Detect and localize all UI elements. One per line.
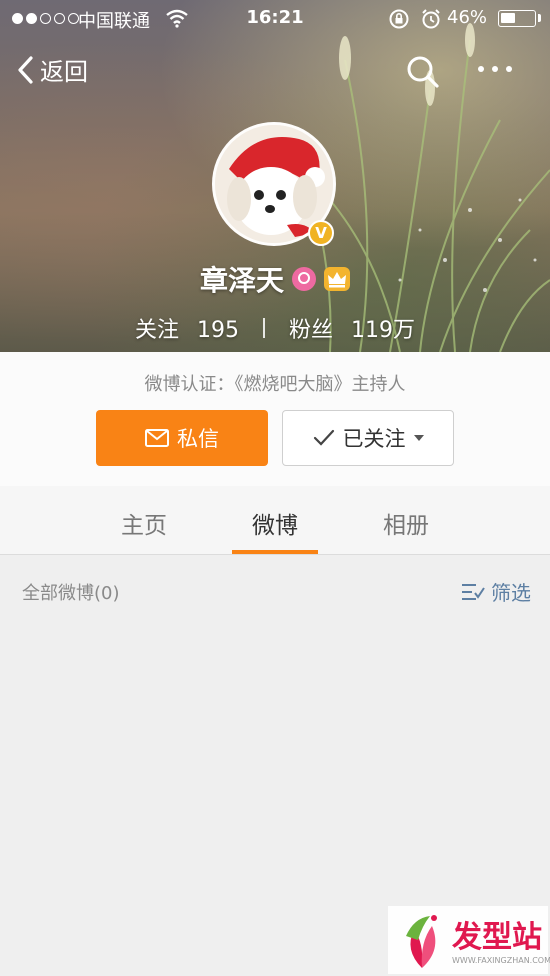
- feed-title: 全部微博(0): [22, 583, 120, 604]
- checkmark-icon: [313, 429, 334, 446]
- profile-tabs: 主页 微博 相册: [0, 486, 550, 555]
- watermark-logo: 发型站 WWW.FAXINGZHAN.COM: [388, 906, 550, 974]
- stats-row: 关注 195 粉丝 119万: [0, 312, 550, 344]
- following-state-label: 已关注: [342, 427, 406, 451]
- battery-icon: [498, 10, 536, 27]
- tab-home[interactable]: 主页: [94, 506, 194, 540]
- tab-weibo[interactable]: 微博: [225, 506, 325, 540]
- followers-label: 粉丝: [289, 318, 334, 343]
- status-bar: 中国联通 16:21 46%: [0, 0, 550, 38]
- flower-logo-icon: [406, 915, 437, 968]
- filter-button[interactable]: 筛选: [461, 577, 531, 606]
- back-button[interactable]: 返回: [16, 52, 88, 87]
- search-button[interactable]: [406, 55, 440, 93]
- battery-percent: 46%: [447, 7, 488, 28]
- followers-stat[interactable]: 粉丝 119万: [289, 312, 415, 344]
- verification-text: 微博认证：《燃烧吧大脑》主持人: [144, 374, 406, 395]
- watermark-text: 发型站: [452, 920, 542, 955]
- active-tab-indicator: [232, 550, 318, 554]
- search-icon: [407, 56, 439, 88]
- cover-image: 中国联通 16:21 46% 返回 V 章泽天 关注 195 粉丝 119万: [0, 0, 550, 352]
- rotation-lock-icon: [388, 8, 410, 35]
- following-button[interactable]: 已关注: [282, 410, 454, 466]
- following-stat[interactable]: 关注 195: [135, 312, 239, 344]
- battery-level-fill: [501, 13, 515, 23]
- chevron-left-icon: [18, 55, 33, 84]
- following-count: 195: [197, 318, 239, 343]
- filter-list-icon: [462, 583, 485, 600]
- battery-tip: [538, 14, 541, 22]
- filter-label: 筛选: [491, 581, 531, 605]
- message-button[interactable]: 私信: [96, 410, 268, 466]
- female-icon: [292, 267, 316, 291]
- more-options-icon[interactable]: [478, 66, 512, 72]
- name-row: 章泽天: [0, 259, 550, 299]
- profile-page: 中国联通 16:21 46% 返回 V 章泽天 关注 195 粉丝 119万 微…: [0, 0, 550, 976]
- watermark-url: WWW.FAXINGZHAN.COM: [452, 956, 550, 965]
- envelope-icon: [145, 429, 169, 447]
- profile-name: 章泽天: [199, 264, 284, 297]
- back-label: 返回: [40, 58, 88, 86]
- caret-down-icon: [413, 435, 424, 441]
- verified-badge-icon: V: [308, 220, 334, 246]
- crown-vip-icon: [324, 267, 350, 291]
- stats-divider: [263, 318, 265, 338]
- message-label: 私信: [177, 427, 219, 451]
- tab-album[interactable]: 相册: [356, 506, 456, 540]
- following-label: 关注: [134, 318, 179, 343]
- alarm-icon: [420, 8, 442, 35]
- feed-header: 全部微博(0) 筛选: [0, 555, 550, 625]
- profile-info-section: 微博认证：《燃烧吧大脑》主持人 私信 已关注: [0, 352, 550, 486]
- followers-count: 119万: [351, 318, 416, 343]
